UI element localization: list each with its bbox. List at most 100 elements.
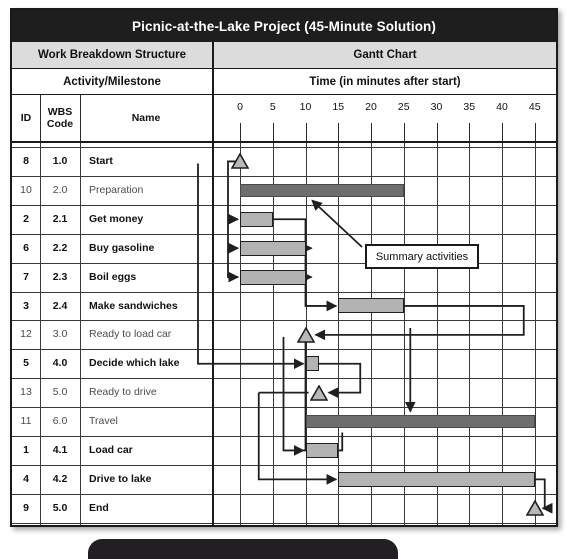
axis-tick-mark-20 — [371, 123, 372, 143]
row-id: 6 — [23, 241, 29, 254]
row-id: 3 — [23, 299, 29, 312]
wbs-group-header: Work Breakdown Structure — [12, 42, 212, 69]
activity-milestone-header: Activity/Milestone — [12, 69, 212, 95]
header-sub-row: Activity/Milestone Time (in minutes afte… — [12, 69, 556, 95]
header-group-row: Work Breakdown Structure Gantt Chart — [12, 42, 556, 69]
milestone-outline-icon — [309, 384, 328, 401]
row-wbs-code: 6.0 — [52, 415, 68, 428]
axis-tick-mark-25 — [403, 123, 405, 143]
row-wbs-code: 2.0 — [52, 183, 68, 196]
task-bar — [305, 356, 319, 372]
row-id: 5 — [23, 357, 29, 370]
row-name: Boil eggs — [89, 270, 137, 283]
summary-activities-callout: Summary activities — [365, 244, 479, 269]
gantt-gridline-25 — [403, 143, 405, 525]
gantt-gridline-20 — [371, 143, 372, 525]
row-id: 1 — [23, 444, 29, 456]
row-gridline — [12, 522, 556, 524]
axis-tick-mark-5 — [272, 123, 274, 143]
col-header-name: Name — [131, 112, 161, 125]
task-bar — [305, 442, 339, 458]
gantt-chart-figure: Picnic-at-the-Lake Project (45-Minute So… — [0, 0, 580, 559]
column-header-row: ID WBS Code Name 0 5 10 15 20 25 30 35 40 45 — [12, 95, 556, 143]
task-bar — [240, 211, 273, 227]
axis-tick-45: 45 — [528, 101, 541, 113]
row-id: 7 — [23, 270, 29, 283]
divider-wbs-name — [80, 95, 81, 143]
row-wbs-code: 1.0 — [52, 155, 68, 167]
axis-tick-5: 5 — [269, 101, 276, 113]
row-name: Get money — [89, 212, 144, 225]
row-name: Make sandwiches — [89, 299, 178, 312]
col-header-id: ID — [20, 112, 32, 125]
row-name: Load car — [89, 444, 133, 456]
axis-tick-mark-35 — [469, 123, 471, 143]
axis-tick-10: 10 — [299, 101, 312, 113]
gantt-gridline-5 — [272, 143, 274, 525]
page-title: Picnic-at-the-Lake Project (45-Minute So… — [12, 10, 556, 42]
axis-tick-15: 15 — [332, 101, 345, 113]
divider-id-wbs — [40, 95, 41, 143]
row-wbs-code: 3.0 — [52, 328, 68, 341]
axis-tick-30: 30 — [430, 101, 443, 113]
row-wbs-code: 2.3 — [52, 270, 68, 283]
divider-name-gantt — [212, 95, 214, 143]
axis-tick-mark-45 — [534, 123, 536, 143]
axis-tick-mark-10 — [305, 123, 307, 143]
row-name: Ready to load car — [89, 328, 172, 341]
row-id: 12 — [20, 328, 32, 341]
row-wbs-code: 2.1 — [52, 212, 68, 225]
row-id: 11 — [20, 415, 32, 428]
milestone-marker-icon — [310, 385, 327, 400]
gantt-gridline-10 — [305, 143, 307, 525]
summary-bar — [305, 415, 535, 429]
row-wbs-code: 5.0 — [52, 501, 68, 514]
gantt-gridline-0 — [240, 143, 241, 525]
row-wbs-code: 4.2 — [52, 472, 68, 485]
row-name: Drive to lake — [89, 472, 152, 485]
row-wbs-code: 5.0 — [52, 386, 68, 399]
row-name: Buy gasoline — [89, 241, 155, 254]
axis-tick-25: 25 — [397, 101, 410, 113]
row-wbs-code: 2.2 — [52, 241, 68, 254]
row-name: Decide which lake — [89, 357, 180, 370]
row-id: 4 — [23, 472, 29, 485]
table-body: 8 1.0 Start 10 2.0 Preparation 2 2.1 Get money 6 2… — [12, 143, 556, 525]
gantt-gridline-15 — [338, 143, 340, 525]
time-axis-header: Time (in minutes after start) — [212, 69, 556, 95]
gantt-gridline-45 — [534, 143, 536, 525]
axis-tick-mark-30 — [436, 123, 438, 143]
row-name: Preparation — [89, 183, 144, 196]
callout-arrow-preparation — [311, 199, 363, 248]
axis-tick-mark-0 — [240, 123, 241, 143]
axis-tick-mark-15 — [338, 123, 340, 143]
row-id: 9 — [23, 501, 29, 514]
axis-tick-20: 20 — [365, 101, 377, 113]
row-name: Start — [89, 155, 113, 167]
axis-tick-0: 0 — [237, 101, 243, 113]
link-start-getmoney — [227, 160, 240, 225]
project-table: Picnic-at-the-Lake Project (45-Minute So… — [10, 8, 558, 527]
gantt-gridline-30 — [436, 143, 438, 525]
row-name: End — [89, 501, 109, 514]
gantt-gridline-35 — [469, 143, 471, 525]
col-header-wbs-line2: Code — [46, 118, 74, 130]
axis-tick-35: 35 — [463, 101, 476, 113]
row-id: 8 — [23, 155, 29, 167]
row-wbs-code: 4.1 — [52, 444, 68, 456]
row-id: 2 — [23, 212, 29, 225]
gantt-group-header: Gantt Chart — [212, 42, 556, 69]
link-to-loadcar — [282, 336, 305, 456]
row-wbs-code: 2.4 — [52, 299, 68, 312]
row-name: Travel — [89, 415, 118, 428]
summary-bar — [240, 183, 404, 197]
row-id: 10 — [20, 183, 32, 196]
row-wbs-code: 4.0 — [52, 357, 68, 370]
row-name: Ready to drive — [89, 386, 157, 399]
bottom-tab-decoration — [88, 539, 398, 559]
col-header-wbs: WBS Code — [40, 95, 80, 143]
gantt-gridline-40 — [502, 143, 503, 525]
axis-tick-40: 40 — [496, 101, 508, 113]
axis-tick-mark-40 — [502, 123, 503, 143]
row-id: 13 — [20, 386, 32, 399]
